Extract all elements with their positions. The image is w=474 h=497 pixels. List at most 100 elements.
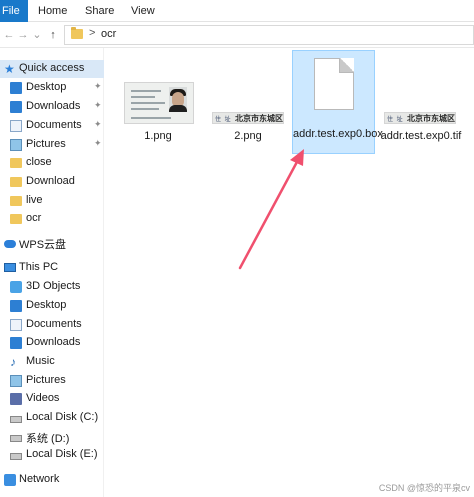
sidebar-item-pc-desktop[interactable]: Desktop <box>0 297 104 315</box>
sidebar-item-downloads[interactable]: Downloads ✦ <box>0 98 104 116</box>
drive-icon <box>10 416 22 423</box>
strip-text: 北京市东城区 <box>407 114 455 123</box>
sidebar-item-label: Desktop <box>26 81 67 93</box>
drive-icon <box>10 453 22 460</box>
sidebar-item-pc-documents[interactable]: Documents <box>0 316 104 334</box>
pin-icon: ✦ <box>94 119 102 129</box>
sidebar-item-ocr[interactable]: ocr <box>0 210 104 228</box>
watermark: CSDN @惊恐的平泉cv <box>378 483 470 493</box>
view-tab[interactable]: View <box>131 0 155 22</box>
sidebar-item-label: live <box>26 194 43 206</box>
sidebar-item-pictures[interactable]: Pictures ✦ <box>0 136 104 154</box>
sidebar-item-quick-access[interactable]: ★ Quick access <box>0 60 104 78</box>
sidebar-item-label: Network <box>19 473 60 485</box>
strip-text: 北京市东城区 <box>235 114 283 123</box>
ribbon: File Home Share View <box>0 0 474 22</box>
sidebar-item-label: Local Disk (C:) <box>26 411 99 423</box>
videos-icon <box>10 393 22 405</box>
sidebar-item-label: Videos <box>26 392 60 404</box>
sidebar-item-music[interactable]: ♪ Music <box>0 353 104 371</box>
sidebar-item-label: ocr <box>26 212 42 224</box>
sidebar-item-local-disk-c[interactable]: Local Disk (C:) <box>0 409 104 427</box>
pictures-icon <box>10 375 22 387</box>
sidebar-item-label: Music <box>26 355 55 367</box>
home-tab[interactable]: Home <box>38 0 67 22</box>
file-list: 1.png 住 址 北京市东城区 2.png addr.test.exp0.bo… <box>104 48 474 497</box>
folder-icon <box>10 196 22 206</box>
breadcrumb-ocr[interactable]: ocr <box>101 28 116 40</box>
downloads-icon <box>10 101 22 113</box>
sidebar-item-3d-objects[interactable]: 3D Objects <box>0 278 104 296</box>
computer-icon <box>4 263 16 272</box>
sidebar-item-label: Quick access <box>19 62 85 74</box>
file-item-1-png[interactable]: 1.png <box>118 78 198 148</box>
address-strip-thumbnail: 住 址 北京市东城区 <box>212 112 284 124</box>
sidebar-item-wps-cloud[interactable]: WPS云盘 <box>0 234 104 252</box>
sidebar-item-videos[interactable]: Videos <box>0 390 104 408</box>
file-item-2-png[interactable]: 住 址 北京市东城区 2.png <box>208 78 288 148</box>
drive-icon <box>10 435 22 442</box>
back-arrow-icon[interactable]: ← <box>2 26 16 44</box>
sidebar-item-label: Documents <box>26 119 82 131</box>
sidebar-item-label: close <box>26 156 52 168</box>
pin-icon: ✦ <box>94 100 102 110</box>
sidebar-item-download[interactable]: Download <box>0 173 104 191</box>
breadcrumb-separator-icon: > <box>89 27 96 39</box>
sidebar-item-pc-downloads[interactable]: Downloads <box>0 334 104 352</box>
music-icon: ♪ <box>10 355 16 369</box>
3d-objects-icon <box>10 281 22 293</box>
desktop-icon <box>10 82 22 94</box>
file-name: 1.png <box>144 130 172 142</box>
id-card-thumbnail <box>124 82 194 124</box>
sidebar-item-label: Desktop <box>26 299 67 311</box>
folder-icon <box>71 27 83 39</box>
sidebar-item-label: WPS云盘 <box>19 239 67 251</box>
sidebar-item-live[interactable]: live <box>0 192 104 210</box>
sidebar-item-label: Downloads <box>26 100 81 112</box>
pin-icon: ✦ <box>94 81 102 91</box>
file-tab[interactable]: File <box>0 0 28 22</box>
navigation-pane: ★ Quick access Desktop ✦ Downloads ✦ Doc… <box>0 48 104 497</box>
strip-label: 住 址 <box>387 117 404 123</box>
file-name: 2.png <box>234 130 262 142</box>
sidebar-item-documents[interactable]: Documents ✦ <box>0 117 104 135</box>
folder-icon <box>10 177 22 187</box>
sidebar-item-label: Local Disk (E:) <box>26 448 98 460</box>
sidebar-item-label: Download <box>26 175 75 187</box>
sidebar-item-system-d[interactable]: 系统 (D:) <box>0 428 104 446</box>
address-strip-thumbnail: 住 址 北京市东城区 <box>384 112 456 124</box>
share-tab[interactable]: Share <box>85 0 114 22</box>
up-arrow-icon[interactable]: ↑ <box>46 26 60 44</box>
recent-locations-chevron-icon[interactable]: ⌄ <box>30 26 44 44</box>
documents-icon <box>10 319 22 331</box>
blank-document-icon <box>314 58 354 110</box>
folder-icon <box>10 158 22 168</box>
folder-icon <box>10 214 22 224</box>
file-item-addr-test-exp0-tif[interactable]: 住 址 北京市东城区 addr.test.exp0.tif <box>380 78 462 148</box>
sidebar-item-network[interactable]: Network <box>0 471 104 489</box>
sidebar-item-label: Pictures <box>26 374 66 386</box>
sidebar-item-desktop[interactable]: Desktop ✦ <box>0 79 104 97</box>
sidebar-item-pc-pictures[interactable]: Pictures <box>0 372 104 390</box>
sidebar-item-this-pc[interactable]: This PC <box>0 259 104 277</box>
sidebar-item-label: 3D Objects <box>26 280 81 292</box>
pictures-icon <box>10 139 22 151</box>
address-bar[interactable]: > ocr <box>64 25 474 45</box>
sidebar-item-label: 系统 (D:) <box>26 433 70 445</box>
file-item-addr-test-exp0-box[interactable]: addr.test.exp0.box <box>292 50 383 154</box>
desktop-icon <box>10 300 22 312</box>
file-name: addr.test.exp0.tif <box>380 130 462 142</box>
star-icon: ★ <box>4 62 15 76</box>
forward-arrow-icon[interactable]: → <box>16 26 30 44</box>
sidebar-item-label: Downloads <box>26 336 81 348</box>
cloud-icon <box>4 240 16 248</box>
address-row: ← → ⌄ ↑ > ocr <box>0 22 474 48</box>
sidebar-item-label: Documents <box>26 318 82 330</box>
sidebar-item-close[interactable]: close <box>0 154 104 172</box>
downloads-icon <box>10 337 22 349</box>
sidebar-item-local-disk-e[interactable]: Local Disk (E:) <box>0 446 104 464</box>
sidebar-item-label: This PC <box>19 261 59 273</box>
pin-icon: ✦ <box>94 138 102 148</box>
file-name: addr.test.exp0.box <box>293 128 383 140</box>
strip-label: 住 址 <box>215 117 232 123</box>
